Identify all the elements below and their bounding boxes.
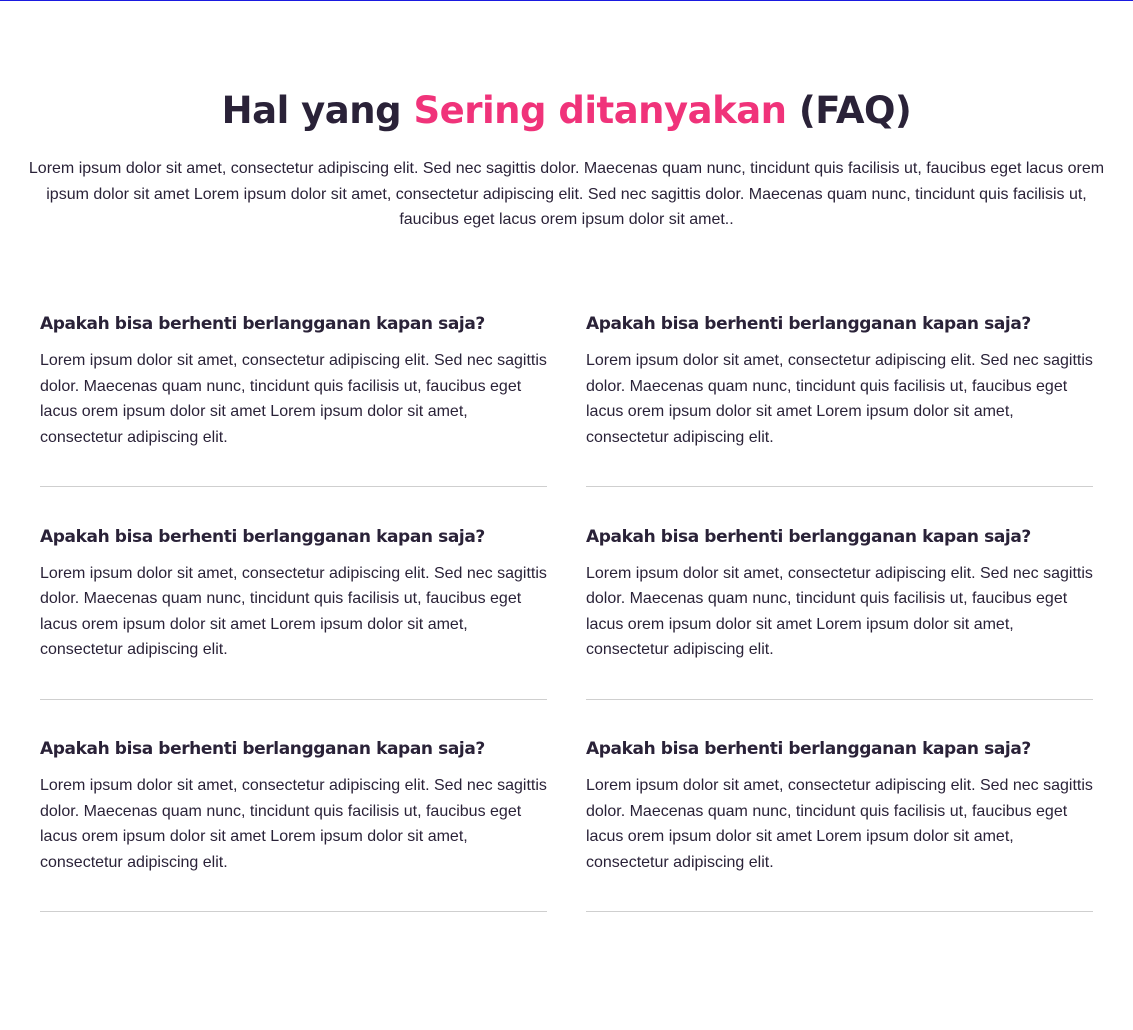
- faq-question: Apakah bisa berhenti berlangganan kapan …: [40, 526, 485, 547]
- faq-item: Apakah bisa berhenti berlangganan kapan …: [586, 523, 1093, 736]
- faq-question: Apakah bisa berhenti berlangganan kapan …: [40, 314, 485, 334]
- faq-question: Apakah bisa berhenti berlangganan kapan …: [40, 739, 485, 759]
- faq-header: Hal yang Sering ditanyakan (FAQ) Lorem i…: [0, 86, 1133, 233]
- faq-item: Apakah bisa berhenti berlangganan kapan …: [586, 310, 1093, 523]
- faq-grid: Apakah bisa berhenti berlangganan kapan …: [40, 310, 1093, 948]
- title-accent: Sering ditanyakan: [413, 89, 787, 132]
- faq-answer: Lorem ipsum dolor sit amet, consectetur …: [40, 352, 547, 446]
- faq-answer: Lorem ipsum dolor sit amet, consectetur …: [586, 777, 1093, 871]
- faq-intro-text: Lorem ipsum dolor sit amet, consectetur …: [28, 160, 1105, 228]
- faq-answer: Lorem ipsum dolor sit amet, consectetur …: [40, 777, 547, 871]
- faq-answer: Lorem ipsum dolor sit amet, consectetur …: [586, 564, 1093, 659]
- title-suffix: (FAQ): [786, 89, 912, 132]
- faq-question: Apakah bisa berhenti berlangganan kapan …: [586, 739, 1031, 759]
- faq-item: Apakah bisa berhenti berlangganan kapan …: [40, 523, 547, 736]
- faq-question: Apakah bisa berhenti berlangganan kapan …: [586, 526, 1031, 547]
- faq-question: Apakah bisa berhenti berlangganan kapan …: [586, 314, 1031, 334]
- page-title: Hal yang Sering ditanyakan (FAQ): [0, 86, 1133, 136]
- top-border-line: [0, 0, 1133, 1]
- faq-answer: Lorem ipsum dolor sit amet, consectetur …: [40, 564, 547, 659]
- faq-answer: Lorem ipsum dolor sit amet, consectetur …: [586, 352, 1093, 446]
- faq-item: Apakah bisa berhenti berlangganan kapan …: [40, 310, 547, 523]
- title-prefix: Hal yang: [221, 89, 414, 132]
- faq-item: Apakah bisa berhenti berlangganan kapan …: [40, 735, 547, 948]
- faq-item: Apakah bisa berhenti berlangganan kapan …: [586, 735, 1093, 948]
